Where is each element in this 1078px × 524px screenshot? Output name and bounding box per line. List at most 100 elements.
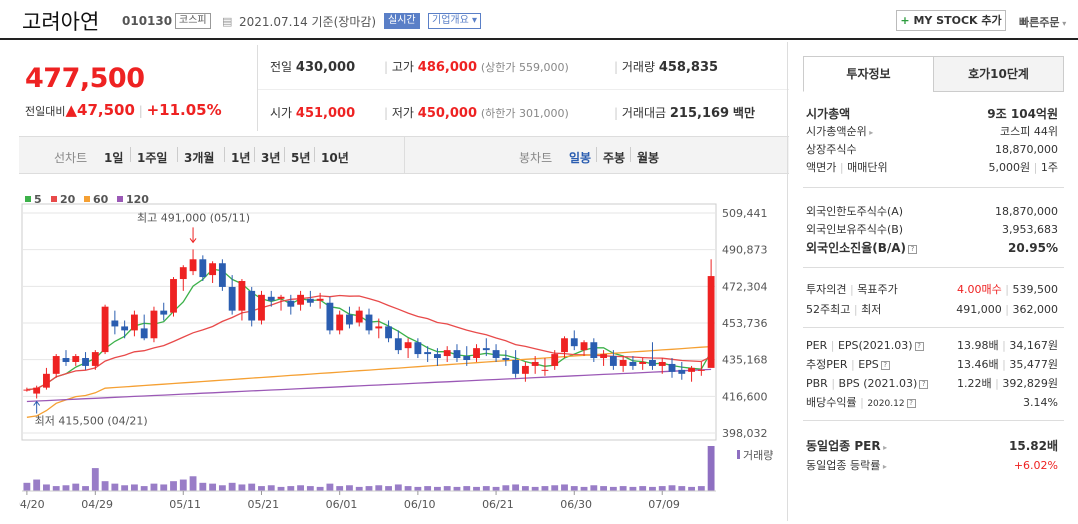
- stat-high-limit: (상한가 559,000): [480, 61, 569, 74]
- mystock-add-button[interactable]: + MY STOCK 추가: [896, 10, 1006, 31]
- volume-bar: [570, 486, 578, 491]
- volume-bar: [453, 486, 461, 491]
- target-value: 539,500: [1012, 283, 1059, 296]
- y-tick-label: 435,168: [722, 354, 768, 367]
- candle-body: [306, 298, 314, 303]
- info-row: 52주최고 | 최저 491,000 | 362,000: [806, 303, 1058, 316]
- info-icon[interactable]: ?: [914, 341, 924, 351]
- stat-prev-value: 430,000: [295, 60, 356, 75]
- market-badge: 코스피: [175, 13, 211, 29]
- volume-bar: [170, 481, 177, 491]
- stat-amount-label: 거래대금: [621, 106, 667, 120]
- volume-bar: [150, 483, 158, 491]
- chevron-down-icon: ▾: [1059, 19, 1067, 28]
- info-icon[interactable]: ?: [906, 398, 916, 408]
- volume-bar: [649, 486, 656, 491]
- candle-body: [267, 296, 275, 301]
- eps-label: EPS(2021.03): [837, 339, 913, 352]
- cap-rank-label: 시가총액순위: [806, 125, 867, 138]
- tab-orderbook[interactable]: 호가10단계: [933, 56, 1064, 92]
- period-1y[interactable]: 1년: [231, 149, 250, 166]
- candle-body: [355, 310, 363, 323]
- info-icon[interactable]: ?: [880, 360, 890, 370]
- volume-bar: [365, 486, 373, 491]
- candle-weekly[interactable]: 주봉: [603, 149, 625, 166]
- period-10y[interactable]: 10년: [321, 149, 349, 166]
- realtime-button[interactable]: 실시간: [384, 13, 420, 29]
- divider: [803, 327, 1064, 328]
- volume-bar: [52, 486, 60, 491]
- max-arrow-icon: [189, 227, 197, 244]
- chevron-down-icon: ▾: [472, 15, 478, 26]
- quick-order-button[interactable]: 빠른주문 ▾: [1019, 14, 1066, 30]
- volume-bar: [336, 486, 344, 491]
- candle-body: [140, 328, 148, 339]
- pbr-value: 1.22배: [957, 377, 992, 390]
- candle-monthly[interactable]: 월봉: [637, 149, 659, 166]
- candle-body: [160, 310, 168, 315]
- est-per-value: 13.46배: [957, 358, 999, 371]
- period-1w[interactable]: 1주일: [137, 149, 167, 166]
- candle-body: [639, 361, 647, 364]
- stat-volume: | 거래량 458,835: [614, 60, 719, 75]
- price-box: 477,500 전일대비▲47,500 | +11.05%: [19, 45, 257, 130]
- sector-per-label: 동일업종 PER: [806, 439, 881, 453]
- chart-svg: 5 20 60 120 509,441 490,873 472,304 453,736 435,…: [13, 193, 773, 511]
- info-icon[interactable]: ?: [919, 379, 929, 389]
- volume-bar: [580, 486, 588, 491]
- candle-body: [130, 314, 138, 331]
- foreign-hold-value: 3,953,683: [1002, 223, 1058, 236]
- candle-body: [404, 342, 412, 349]
- candle-body: [453, 350, 461, 359]
- side-panel: 투자정보 호가10단계 시가총액 9조 104억원 시가총액순위 ▸ 코스피 44위…: [787, 42, 1078, 521]
- info-icon[interactable]: ?: [908, 244, 918, 254]
- stat-volume-label: 거래량: [621, 60, 655, 74]
- volume-bar: [561, 484, 568, 491]
- mystock-label: MY STOCK 추가: [913, 14, 1002, 27]
- volume-bar: [541, 486, 549, 491]
- trade-unit-value: 1주: [1040, 161, 1058, 174]
- quick-order-label: 빠른주문: [1019, 16, 1060, 29]
- period-1d[interactable]: 1일: [104, 149, 123, 166]
- candle-body: [649, 359, 656, 366]
- sector-per-value: 15.82배: [1009, 439, 1058, 453]
- candle-daily[interactable]: 일봉: [569, 149, 591, 166]
- candle-body: [424, 352, 432, 355]
- x-tick-label: 05/11: [169, 498, 201, 511]
- price-chart[interactable]: 5 20 60 120 509,441 490,873 472,304 453,736 435,…: [13, 176, 789, 521]
- volume-bar: [414, 486, 422, 491]
- candle-body: [209, 263, 217, 276]
- candle-body: [316, 298, 324, 301]
- volume-bar: [385, 486, 392, 491]
- divider: [257, 45, 258, 131]
- info-row: 액면가 | 매매단위 5,000원 | 1주: [806, 161, 1058, 174]
- company-overview-label: 기업개요: [432, 15, 469, 26]
- stat-low-value: 450,000: [417, 106, 478, 121]
- tab-invest-info[interactable]: 투자정보: [803, 56, 934, 92]
- volume-bar: [101, 481, 109, 491]
- volume-bar: [23, 482, 31, 491]
- period-5y[interactable]: 5년: [291, 149, 310, 166]
- company-overview-dropdown[interactable]: 기업개요 ▾: [428, 13, 482, 29]
- candle-body: [170, 279, 177, 313]
- target-label: 목표주가: [857, 283, 898, 296]
- period-3m[interactable]: 3개월: [184, 149, 214, 166]
- info-row: 동일업종 등락률 ▸ +6.02%: [806, 459, 1058, 472]
- volume-bar: [346, 485, 353, 491]
- candle-body: [707, 276, 715, 368]
- legend-label: 120: [126, 193, 149, 206]
- stat-amount-value: 215,169: [669, 106, 730, 121]
- stat-high: | 고가 486,000 (상한가 559,000): [384, 60, 569, 75]
- candle-body: [228, 286, 236, 311]
- volume-bar: [326, 483, 334, 491]
- volume-bar: [521, 486, 529, 491]
- period-3y[interactable]: 3년: [261, 149, 280, 166]
- info-row: 추정PER | EPS? 13.46배 | 35,477원: [806, 358, 1058, 371]
- current-price: 477,500: [25, 63, 145, 94]
- volume-legend-swatch: [737, 450, 740, 459]
- candle-body: [580, 342, 588, 351]
- candle-body: [463, 356, 471, 360]
- per-label: PER: [806, 339, 828, 352]
- pbr-label: PBR: [806, 377, 828, 390]
- w52-high-value: 491,000: [956, 303, 1002, 316]
